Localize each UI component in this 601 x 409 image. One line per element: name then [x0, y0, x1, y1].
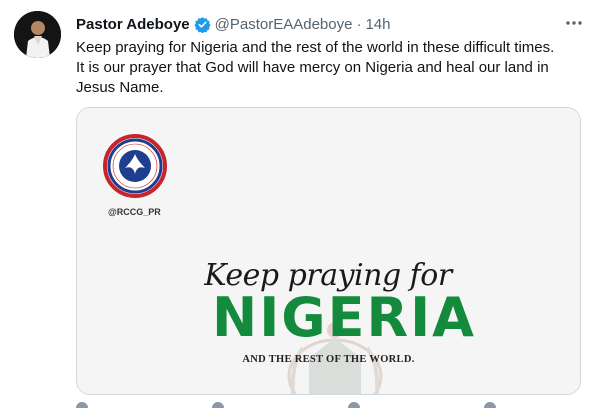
- country-title: NIGERIA: [212, 286, 476, 349]
- author-name[interactable]: Pastor Adeboye: [76, 16, 190, 33]
- reply-icon[interactable]: [76, 402, 88, 408]
- tweet-text-line: Jesus Name.: [76, 79, 164, 96]
- verified-badge-icon: [194, 16, 211, 33]
- media-card[interactable]: @RCCG_PR Keep praying for NIGERIA AND TH…: [76, 107, 581, 395]
- share-icon[interactable]: [484, 402, 496, 408]
- separator-dot: ·: [356, 15, 362, 33]
- subline-text: AND THE REST OF THE WORLD.: [242, 354, 415, 365]
- rccg-logo: [103, 134, 167, 198]
- more-dots-icon[interactable]: [563, 12, 585, 34]
- tweet-text-line: Keep praying for Nigeria and the rest of…: [76, 39, 555, 56]
- avatar[interactable]: [14, 11, 61, 58]
- author-handle[interactable]: @PastorEAAdeboye: [215, 16, 353, 33]
- logo-handle: @RCCG_PR: [108, 207, 161, 217]
- action-bar: [76, 402, 496, 409]
- like-icon[interactable]: [348, 402, 360, 408]
- tweet-header: Pastor Adeboye @PastorEAAdeboye · 14h: [76, 14, 585, 34]
- retweet-icon[interactable]: [212, 402, 224, 408]
- card-background: [77, 108, 580, 394]
- timestamp[interactable]: 14h: [365, 16, 390, 33]
- tweet-text: Keep praying for Nigeria and the rest of…: [76, 38, 581, 98]
- tweet[interactable]: Pastor Adeboye @PastorEAAdeboye · 14h Ke…: [0, 0, 601, 409]
- tweet-text-line: It is our prayer that God will have merc…: [76, 59, 549, 76]
